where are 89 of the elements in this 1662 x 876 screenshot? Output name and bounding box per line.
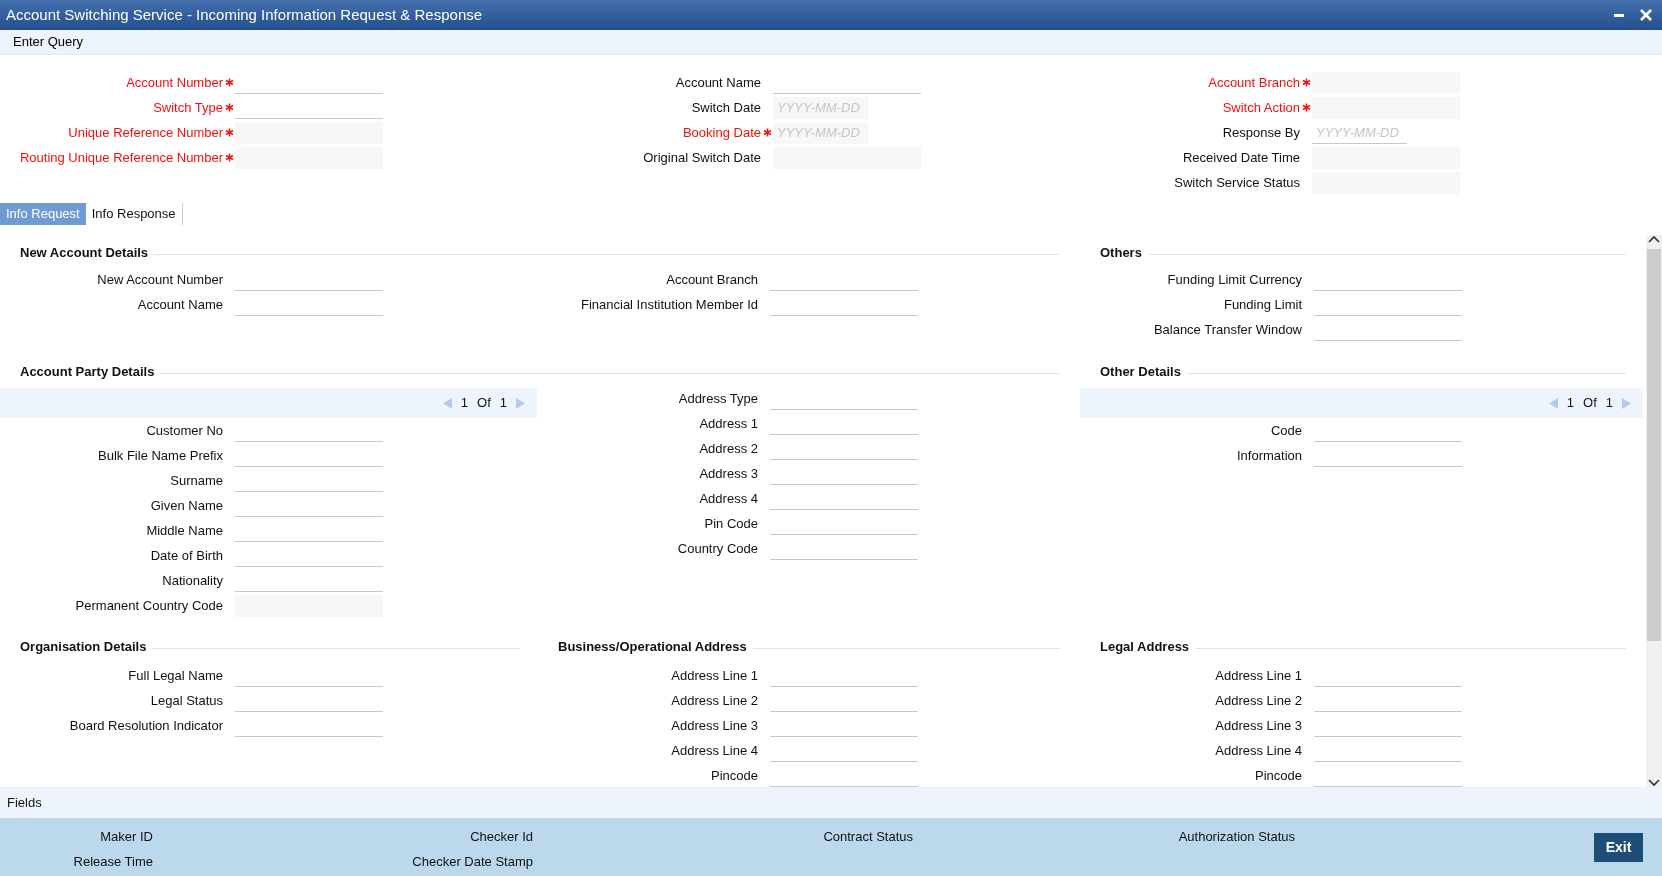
field-label: Address Type bbox=[677, 389, 758, 408]
scrollbar[interactable] bbox=[1646, 235, 1662, 787]
field-label: Switch Service Status bbox=[1173, 173, 1300, 192]
scroll-up-icon[interactable] bbox=[1648, 235, 1660, 245]
field-label: Switch Type bbox=[152, 98, 223, 117]
audit-label: Maker ID bbox=[100, 828, 153, 846]
field-label: Address Line 1 bbox=[1214, 666, 1302, 685]
field-label: Address 3 bbox=[698, 464, 758, 483]
section-title: Other Details bbox=[1100, 363, 1181, 382]
field-label: Legal Status bbox=[149, 691, 223, 710]
field-label: Received Date Time bbox=[1181, 148, 1300, 167]
field-label: Date of Birth bbox=[149, 546, 223, 565]
page-total: 1 bbox=[499, 394, 507, 413]
required-icon bbox=[1301, 78, 1311, 87]
field-label: Bulk File Name Prefix bbox=[97, 446, 223, 465]
field-label: Account Branch bbox=[665, 270, 758, 289]
field-label: Address Line 4 bbox=[670, 741, 758, 760]
field-label: Account Branch bbox=[1207, 73, 1300, 92]
field-label: Country Code bbox=[676, 539, 758, 558]
field-label: Balance Transfer Window bbox=[1152, 320, 1302, 339]
field-label: Address 2 bbox=[698, 439, 758, 458]
audit-label: Contract Status bbox=[823, 828, 913, 846]
section-title: Organisation Details bbox=[20, 638, 147, 657]
section-title: Others bbox=[1100, 244, 1142, 263]
field-label: Surname bbox=[169, 471, 223, 490]
field-label: Original Switch Date bbox=[642, 148, 761, 167]
scrollbar-thumb[interactable] bbox=[1647, 249, 1661, 641]
section-title: Business/Operational Address bbox=[558, 638, 747, 657]
field-label: New Account Number bbox=[96, 270, 223, 289]
audit-label: Checker Id bbox=[470, 828, 533, 846]
field-label: Financial Institution Member Id bbox=[579, 295, 758, 314]
field-label: Address Line 4 bbox=[1214, 741, 1302, 760]
field-label: Given Name bbox=[149, 496, 223, 515]
required-icon bbox=[224, 78, 234, 87]
field-label: Information bbox=[1235, 446, 1302, 465]
field-label: Account Name bbox=[674, 73, 761, 92]
field-label: Nationality bbox=[161, 571, 223, 590]
field-label: Address 4 bbox=[698, 489, 758, 508]
page-number: 1 bbox=[460, 394, 469, 413]
field-label: Response By bbox=[1221, 123, 1300, 142]
field-label: Account Name bbox=[136, 295, 223, 314]
field-label: Routing Unique Reference Number bbox=[18, 148, 223, 167]
audit-label: Release Time bbox=[73, 852, 153, 871]
required-icon bbox=[224, 128, 234, 137]
field-label: Switch Date bbox=[690, 98, 761, 117]
field-label: Pin Code bbox=[703, 514, 758, 533]
exit-button[interactable]: Exit bbox=[1594, 833, 1643, 862]
field-label: Pincode bbox=[710, 766, 758, 785]
audit-label: Authorization Status bbox=[1178, 828, 1295, 846]
field-label: Account Number bbox=[125, 73, 223, 92]
page-of-label: Of bbox=[477, 394, 491, 413]
page-total: 1 bbox=[1605, 394, 1613, 413]
field-label: Address 1 bbox=[698, 414, 758, 433]
required-icon bbox=[762, 128, 772, 137]
previous-page-icon[interactable] bbox=[442, 397, 452, 409]
field-label: Address Line 2 bbox=[670, 691, 758, 710]
required-icon bbox=[224, 103, 234, 112]
field-label: Middle Name bbox=[145, 521, 223, 540]
scroll-down-icon[interactable] bbox=[1648, 777, 1660, 787]
field-label: Pincode bbox=[1254, 766, 1302, 785]
audit-label: Checker Date Stamp bbox=[412, 852, 533, 871]
field-label: Funding Limit bbox=[1222, 295, 1302, 314]
enter-query-button[interactable]: Enter Query bbox=[6, 30, 91, 54]
field-label: Address Line 1 bbox=[670, 666, 758, 685]
field-label: Address Line 3 bbox=[670, 716, 758, 735]
field-label: Switch Action bbox=[1221, 98, 1300, 117]
field-label: Address Line 2 bbox=[1214, 691, 1302, 710]
field-label: Full Legal Name bbox=[127, 666, 223, 685]
section-title: New Account Details bbox=[20, 244, 149, 263]
previous-page-icon[interactable] bbox=[1548, 397, 1558, 409]
field-label: Permanent Country Code bbox=[74, 596, 223, 615]
required-icon bbox=[1301, 103, 1311, 112]
field-label: Funding Limit Currency bbox=[1166, 270, 1302, 289]
field-label: Code bbox=[1269, 421, 1302, 440]
field-label: Address Line 3 bbox=[1214, 716, 1302, 735]
field-label: Board Resolution Indicator bbox=[68, 716, 223, 735]
field-label: Unique Reference Number bbox=[67, 123, 223, 142]
section-title: Account Party Details bbox=[20, 363, 155, 382]
next-page-icon[interactable] bbox=[1622, 397, 1631, 409]
section-title: Legal Address bbox=[1100, 638, 1190, 657]
field-label: Booking Date bbox=[681, 123, 761, 142]
close-icon[interactable] bbox=[1640, 9, 1652, 21]
required-icon bbox=[224, 153, 234, 162]
field-label: Customer No bbox=[145, 421, 223, 440]
page-of-label: Of bbox=[1583, 394, 1597, 413]
next-page-icon[interactable] bbox=[516, 397, 525, 409]
page-number: 1 bbox=[1566, 394, 1575, 413]
fields-label: Fields bbox=[7, 795, 42, 810]
window-title: Account Switching Service - Incoming Information Request & Response bbox=[6, 4, 483, 25]
